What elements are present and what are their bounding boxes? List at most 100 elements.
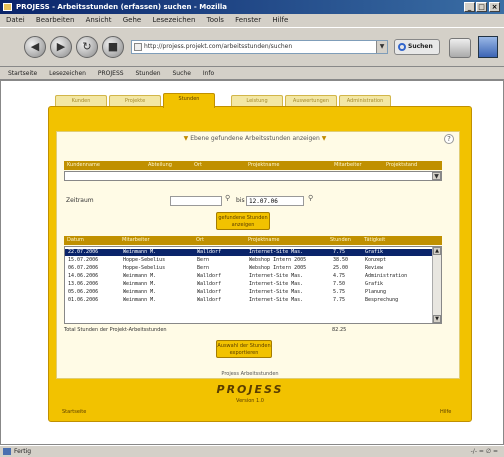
menu-file[interactable]: Datei	[6, 16, 25, 24]
row-project: Internet-Site Mas.	[249, 273, 304, 279]
results-list[interactable]: 22.07.2006 Weinmann M. Walldorf Internet…	[64, 246, 442, 324]
filter-select-row[interactable]: ▼	[64, 171, 442, 181]
scroll-up-icon[interactable]: ▲	[433, 247, 441, 255]
date-to-label: bis	[236, 197, 245, 204]
filter-dropdown-icon[interactable]: ▼	[432, 172, 441, 180]
filter-col-status: Projektstand	[386, 162, 418, 168]
arrow-down-icon: ▼	[183, 135, 189, 142]
filter-toggle-link[interactable]: ▼ Ebene gefundene Arbeitsstunden anzeige…	[150, 134, 360, 144]
row-task: Besprechung	[365, 297, 399, 303]
col-place: Ort	[196, 237, 204, 243]
reload-button[interactable]: ↻	[76, 36, 98, 58]
filter-col-department: Abteilung	[148, 162, 172, 168]
row-place: Walldorf	[197, 273, 222, 279]
result-row[interactable]: 13.06.2006 Weinmann M. Walldorf Internet…	[65, 281, 434, 288]
row-hours: 7.75	[333, 249, 346, 255]
col-employee: Mitarbeiter	[122, 237, 150, 243]
row-place: Walldorf	[197, 281, 222, 287]
page-icon	[134, 43, 142, 51]
footer-help-link[interactable]: Hilfe	[440, 409, 451, 415]
back-button[interactable]: ◀	[24, 36, 46, 58]
row-date: 22.07.2006	[68, 249, 99, 255]
calendar-icon[interactable]: ⚲	[225, 194, 230, 202]
row-project: Webshop Intern 2005	[249, 265, 307, 271]
row-task: Grafik	[365, 281, 384, 287]
row-hours: 7.50	[333, 281, 346, 287]
col-hours: Stunden	[330, 237, 351, 243]
close-button[interactable]: ×	[489, 2, 500, 12]
row-employee: Hoppe-Sebelius	[123, 265, 166, 271]
date-to-input[interactable]	[246, 196, 304, 206]
total-row: Total Stunden der Projekt-Arbeitsstunden…	[64, 326, 442, 335]
admin-link[interactable]: Projess Arbeitsstunden	[180, 371, 320, 377]
search-button[interactable]: Suchen	[394, 39, 440, 55]
minimize-button[interactable]: _	[464, 2, 475, 12]
menu-edit[interactable]: Bearbeiten	[36, 16, 74, 24]
link-info[interactable]: Info	[203, 70, 214, 77]
app-icon	[3, 3, 12, 11]
link-bookmarks[interactable]: Lesezeichen	[49, 70, 86, 77]
filter-col-customer: Kundenname	[67, 162, 100, 168]
result-row[interactable]: 14.06.2006 Weinmann M. Walldorf Internet…	[65, 273, 434, 280]
col-project: Projektname	[248, 237, 280, 243]
navigation-toolbar: ◀ ▶ ↻ ■ http://projess.projekt.com/arbei…	[0, 27, 504, 67]
export-button[interactable]: Auswahl der Stunden exportieren	[216, 340, 272, 358]
url-dropdown-icon[interactable]: ▼	[376, 41, 387, 53]
row-project: Internet-Site Mas.	[249, 281, 304, 287]
show-hours-button[interactable]: gefundene Stunden anzeigen	[216, 212, 270, 230]
row-task: Konzept	[365, 257, 387, 263]
menu-view[interactable]: Ansicht	[86, 16, 112, 24]
footer-home-link[interactable]: Startseite	[62, 409, 86, 415]
calendar-icon[interactable]: ⚲	[308, 194, 313, 202]
menu-help[interactable]: Hilfe	[272, 16, 288, 24]
result-row[interactable]: 22.07.2006 Weinmann M. Walldorf Internet…	[65, 249, 434, 256]
row-employee: Weinmann M.	[123, 297, 157, 303]
total-value: 82.25	[332, 327, 347, 333]
menu-tools[interactable]: Tools	[207, 16, 224, 24]
row-date: 05.06.2006	[68, 289, 99, 295]
results-scrollbar[interactable]: ▲ ▼	[432, 247, 441, 323]
menu-window[interactable]: Fenster	[235, 16, 261, 24]
throbber-icon	[478, 36, 498, 58]
row-hours: 25.00	[333, 265, 349, 271]
total-label: Total Stunden der Projekt-Arbeitsstunden	[64, 327, 167, 333]
connection-icon	[3, 448, 11, 455]
row-hours: 7.75	[333, 297, 346, 303]
menu-bookmarks[interactable]: Lesezeichen	[152, 16, 195, 24]
tab-hours[interactable]: Stunden	[163, 93, 215, 108]
row-task: Planung	[365, 289, 387, 295]
link-home[interactable]: Startseite	[8, 70, 37, 77]
forward-button[interactable]: ▶	[50, 36, 72, 58]
result-row[interactable]: 05.06.2006 Weinmann M. Walldorf Internet…	[65, 289, 434, 296]
result-row[interactable]: 15.07.2006 Hoppe-Sebelius Bern Webshop I…	[65, 257, 434, 264]
print-icon[interactable]	[449, 38, 471, 58]
row-hours: 5.75	[333, 289, 346, 295]
scroll-down-icon[interactable]: ▼	[433, 315, 441, 323]
row-project: Internet-Site Mas.	[249, 297, 304, 303]
stop-button[interactable]: ■	[102, 36, 124, 58]
status-text: Fertig	[14, 448, 32, 455]
row-date: 01.06.2006	[68, 297, 99, 303]
help-icon[interactable]: ?	[444, 134, 454, 144]
date-from-input[interactable]	[170, 196, 222, 206]
row-date: 13.06.2006	[68, 281, 99, 287]
window-titlebar: PROJESS - Arbeitsstunden (erfassen) such…	[0, 0, 504, 14]
row-place: Walldorf	[197, 249, 222, 255]
row-project: Internet-Site Mas.	[249, 249, 304, 255]
result-row[interactable]: 06.07.2006 Hoppe-Sebelius Bern Webshop I…	[65, 265, 434, 272]
menu-go[interactable]: Gehe	[123, 16, 141, 24]
link-search[interactable]: Suche	[173, 70, 191, 77]
maximize-button[interactable]: □	[476, 2, 487, 12]
row-project: Internet-Site Mas.	[249, 289, 304, 295]
row-date: 15.07.2006	[68, 257, 99, 263]
row-employee: Weinmann M.	[123, 281, 157, 287]
result-row[interactable]: 01.06.2006 Weinmann M. Walldorf Internet…	[65, 297, 434, 304]
link-projess[interactable]: PROJESS	[98, 70, 124, 77]
url-input[interactable]: http://projess.projekt.com/arbeitsstunde…	[131, 40, 388, 54]
filter-toggle-label: Ebene gefundene Arbeitsstunden anzeigen	[190, 135, 320, 142]
row-place: Bern	[197, 257, 210, 263]
row-place: Walldorf	[197, 289, 222, 295]
row-task: Grafik	[365, 249, 384, 255]
link-hours[interactable]: Stunden	[136, 70, 161, 77]
row-hours: 4.75	[333, 273, 346, 279]
